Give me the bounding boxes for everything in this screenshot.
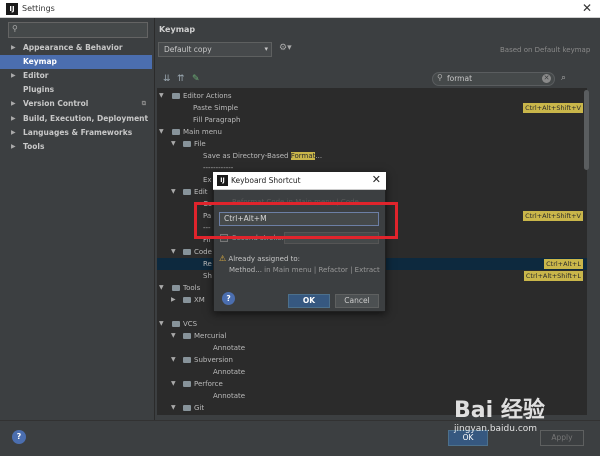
folder-icon <box>172 93 180 99</box>
sidebar-item-tools[interactable]: ▶ Tools <box>0 140 152 154</box>
shortcut-badge: Ctrl+Alt+L <box>544 259 583 269</box>
keymap-dropdown-value: Default copy <box>164 45 212 54</box>
window-titlebar: IJ Settings ✕ <box>0 0 600 18</box>
expand-arrow-icon: ▶ <box>11 100 16 107</box>
folder-icon <box>172 285 180 291</box>
expand-arrow-icon: ▶ <box>11 143 16 150</box>
chevron-down-icon: ▾ <box>264 45 268 53</box>
shortcut-badge: Ctrl+Alt+Shift+L <box>523 271 583 281</box>
collapse-arrow-icon: ▼ <box>171 140 176 147</box>
folder-icon <box>183 189 191 195</box>
folder-icon <box>172 321 180 327</box>
folder-icon <box>183 405 191 411</box>
highlight-annotation <box>194 202 398 239</box>
dialog-ok-button[interactable]: OK <box>288 294 330 308</box>
help-icon[interactable]: ? <box>222 292 235 305</box>
collapse-arrow-icon: ▼ <box>171 404 176 411</box>
tree-row[interactable]: ▼ Subversion <box>157 354 587 366</box>
watermark: Bai 经验 jingyan.baidu.com <box>454 398 545 434</box>
folder-icon <box>183 297 191 303</box>
tree-row[interactable]: Save as Directory-Based Format... <box>157 150 587 162</box>
expand-arrow-icon: ▶ <box>11 115 16 122</box>
apply-button[interactable]: Apply <box>540 430 584 446</box>
clear-search-icon[interactable]: ✕ <box>542 74 551 83</box>
page-title: Keymap <box>159 25 196 34</box>
search-icon: ⚲ <box>12 24 18 33</box>
sidebar-item-build[interactable]: ▶ Build, Execution, Deployment <box>0 112 152 126</box>
collapse-arrow-icon: ▼ <box>171 356 176 363</box>
dialog-title: Keyboard Shortcut <box>231 176 301 185</box>
shortcut-badge: Ctrl+Alt+Shift+V <box>523 211 583 221</box>
close-icon[interactable]: ✕ <box>582 1 592 15</box>
help-icon[interactable]: ? <box>12 430 26 444</box>
search-icon: ⚲ <box>437 73 443 82</box>
sidebar-item-plugins[interactable]: Plugins <box>0 83 152 97</box>
tree-row[interactable]: Annotate <box>157 342 587 354</box>
app-icon: IJ <box>6 3 18 15</box>
edit-icon[interactable]: ✎ <box>192 74 200 84</box>
tree-row[interactable]: ▼ File <box>157 138 587 150</box>
tree-row[interactable]: ▼ Perforce <box>157 378 587 390</box>
sidebar-item-editor[interactable]: ▶ Editor <box>0 69 152 83</box>
sidebar-item-version-control[interactable]: ▶ Version Control ⧉ <box>0 97 152 111</box>
folder-icon <box>183 357 191 363</box>
folder-icon <box>183 333 191 339</box>
gear-icon[interactable]: ⚙▾ <box>279 43 292 53</box>
tree-row[interactable]: Paste Simple Ctrl+Alt+Shift+V <box>157 102 587 114</box>
tree-row[interactable]: ▼ Editor Actions <box>157 90 587 102</box>
tree-scrollbar[interactable] <box>584 90 589 170</box>
collapse-arrow-icon: ▼ <box>159 320 164 327</box>
tree-row[interactable]: ▼ Main menu <box>157 126 587 138</box>
expand-arrow-icon: ▶ <box>11 129 16 136</box>
expand-arrow-icon: ▶ <box>171 296 176 303</box>
expand-arrow-icon: ▶ <box>11 44 16 51</box>
collapse-all-icon[interactable]: ⇈ <box>177 74 185 84</box>
window-title: Settings <box>22 4 55 13</box>
warning-icon: ⚠ <box>219 254 227 263</box>
collapse-arrow-icon: ▼ <box>171 248 176 255</box>
dialog-cancel-button[interactable]: Cancel <box>335 294 379 308</box>
collapse-arrow-icon: ▼ <box>159 92 164 99</box>
dialog-titlebar: IJ Keyboard Shortcut ✕ <box>213 172 386 190</box>
sidebar-item-keymap[interactable]: Keymap <box>0 55 152 69</box>
expand-arrow-icon: ▶ <box>11 72 16 79</box>
tree-row[interactable]: ▼ VCS <box>157 318 587 330</box>
folder-icon <box>183 249 191 255</box>
settings-search-input[interactable]: ⚲ <box>8 22 148 38</box>
find-by-shortcut-icon[interactable]: ⌕ <box>561 73 566 83</box>
shortcut-badge: Ctrl+Alt+Shift+V <box>523 103 583 113</box>
tree-row[interactable]: Annotate <box>157 366 587 378</box>
tree-row[interactable]: Fill Paragraph <box>157 114 587 126</box>
folder-icon <box>183 141 191 147</box>
action-search-input[interactable]: ⚲ format ✕ <box>432 72 555 86</box>
collapse-arrow-icon: ▼ <box>171 332 176 339</box>
sidebar-item-appearance[interactable]: ▶ Appearance & Behavior <box>0 41 152 55</box>
settings-sidebar: ⚲ ▶ Appearance & Behavior Keymap ▶ Edito… <box>0 18 155 420</box>
sidebar-item-languages[interactable]: ▶ Languages & Frameworks <box>0 126 152 140</box>
collapse-arrow-icon: ▼ <box>159 284 164 291</box>
collapse-arrow-icon: ▼ <box>171 188 176 195</box>
project-config-icon: ⧉ <box>141 100 146 107</box>
close-icon[interactable]: ✕ <box>372 173 381 186</box>
app-icon: IJ <box>217 175 228 186</box>
conflict-warning: ⚠ Already assigned to: <box>219 254 301 263</box>
collapse-arrow-icon: ▼ <box>159 128 164 135</box>
folder-icon <box>172 129 180 135</box>
collapse-arrow-icon: ▼ <box>171 380 176 387</box>
keymap-dropdown[interactable]: Default copy ▾ <box>158 42 272 57</box>
expand-all-icon[interactable]: ⇊ <box>163 74 171 84</box>
based-on-label: Based on Default keymap <box>500 46 591 54</box>
folder-icon <box>183 381 191 387</box>
conflict-action: Method... in Main menu | Refactor | Extr… <box>229 266 380 274</box>
tree-row[interactable]: ▼ Mercurial <box>157 330 587 342</box>
